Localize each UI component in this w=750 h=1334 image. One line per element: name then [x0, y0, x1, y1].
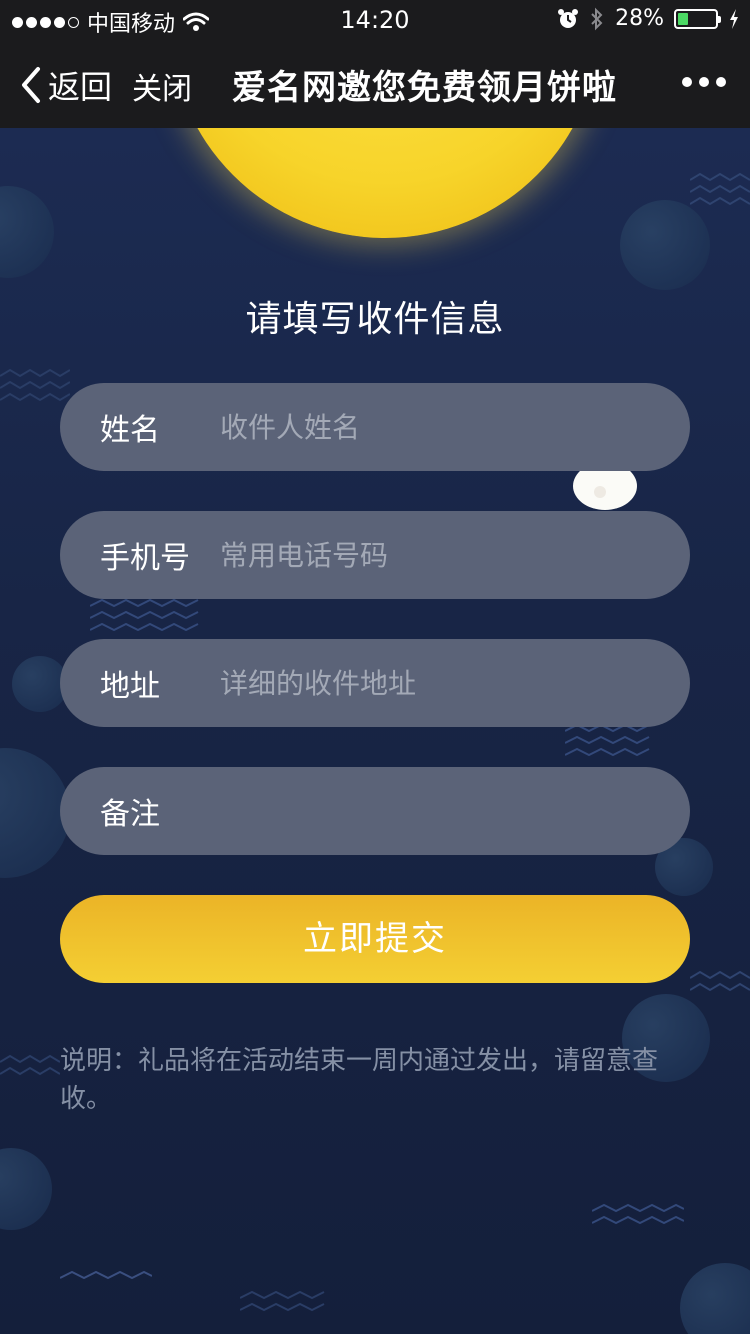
decorative-bubble — [680, 1263, 750, 1334]
more-icon-dot — [699, 77, 709, 87]
more-icon-dot — [682, 77, 692, 87]
name-label: 姓名 — [100, 413, 160, 448]
remark-input[interactable] — [220, 767, 690, 855]
phone-field[interactable]: 手机号 — [60, 511, 690, 599]
decorative-zigzag — [90, 598, 199, 632]
decorative-zigzag — [565, 723, 650, 757]
bluetooth-icon — [591, 7, 603, 30]
status-right: 28% — [557, 6, 740, 31]
battery-icon — [674, 8, 721, 29]
note-text: 说明：礼品将在活动结束一周内通过发出，请留意查收。 — [60, 1046, 659, 1114]
name-input[interactable] — [220, 383, 690, 471]
phone-input[interactable] — [220, 511, 690, 599]
page-title: 爱名网邀您免费领月饼啦 — [232, 68, 617, 108]
decorative-zigzag — [0, 1054, 60, 1076]
status-bar: 中国移动 14:20 28% — [0, 0, 750, 40]
battery-percent: 28% — [615, 6, 664, 31]
decorative-bubble — [0, 186, 54, 278]
address-label: 地址 — [100, 669, 160, 704]
submit-button[interactable]: 立即提交 — [60, 895, 690, 983]
decorative-zigzag — [690, 970, 750, 992]
phone-label: 手机号 — [100, 541, 190, 576]
decorative-bubble — [0, 1148, 52, 1230]
back-label: 返回 — [48, 68, 113, 106]
decorative-zigzag — [0, 368, 70, 402]
more-icon-dot — [716, 77, 726, 87]
decorative-zigzag — [60, 1270, 152, 1280]
decorative-zigzag — [592, 1203, 684, 1225]
close-button[interactable]: 关闭 — [132, 64, 192, 108]
moon-illustration — [170, 128, 600, 238]
decorative-zigzag — [240, 1290, 325, 1312]
address-field[interactable]: 地址 — [60, 639, 690, 727]
form-title: 请填写收件信息 — [245, 299, 505, 340]
remark-field[interactable]: 备注 — [60, 767, 690, 855]
chevron-left-icon — [22, 67, 40, 103]
more-menu-button[interactable] — [682, 60, 726, 104]
charging-icon — [730, 8, 738, 29]
name-field[interactable]: 姓名 — [60, 383, 690, 471]
nav-bar: 返回 关闭 爱名网邀您免费领月饼啦 — [0, 40, 750, 128]
alarm-icon — [558, 8, 579, 28]
back-button[interactable]: 返回 — [20, 62, 112, 108]
address-input[interactable] — [220, 639, 690, 727]
decorative-zigzag — [690, 172, 750, 206]
decorative-bubble — [620, 200, 710, 290]
remark-label: 备注 — [100, 797, 160, 832]
